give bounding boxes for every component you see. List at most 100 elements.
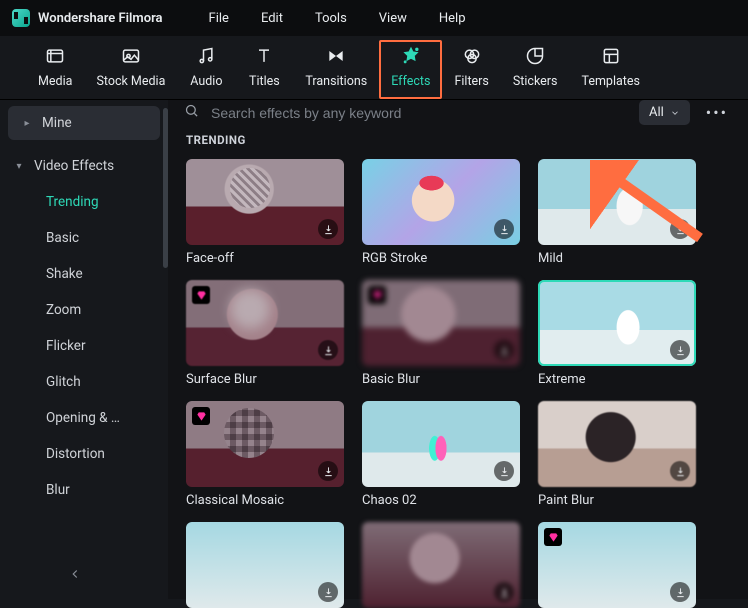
toolbar-label: Stickers: [513, 74, 558, 89]
titles-icon: [254, 46, 274, 70]
section-heading: TRENDING: [168, 125, 748, 159]
effect-thumbnail[interactable]: [186, 280, 344, 366]
toolbar-label: Media: [38, 74, 72, 89]
more-menu-button[interactable]: •••: [702, 103, 732, 122]
toolbar-filters[interactable]: Filters: [442, 40, 500, 99]
download-icon[interactable]: [318, 219, 338, 239]
effect-thumbnail[interactable]: [186, 401, 344, 487]
effect-card[interactable]: Face-off: [186, 159, 344, 266]
effect-card[interactable]: Paint Blur: [538, 401, 696, 508]
effect-card[interactable]: Mild: [538, 159, 696, 266]
sidebar-item-glitch[interactable]: Glitch: [0, 364, 168, 400]
app-logo-icon: [12, 9, 30, 27]
download-icon[interactable]: [318, 582, 338, 602]
download-icon[interactable]: [494, 582, 514, 602]
toolbar-media[interactable]: Media: [26, 40, 84, 99]
effect-thumbnail[interactable]: [538, 401, 696, 487]
menu-help[interactable]: Help: [427, 11, 478, 26]
menu-view[interactable]: View: [367, 11, 419, 26]
download-icon[interactable]: [318, 461, 338, 481]
media-icon: [45, 46, 65, 70]
chevron-down-icon: [670, 108, 680, 118]
premium-badge-icon: [368, 286, 386, 304]
premium-badge-icon: [544, 528, 562, 546]
effect-thumbnail[interactable]: [186, 522, 344, 608]
effect-thumbnail[interactable]: [362, 159, 520, 245]
filters-icon: [462, 46, 482, 70]
effect-thumbnail[interactable]: [538, 280, 696, 366]
toolbar-label: Templates: [581, 74, 639, 89]
effect-label: Mild: [538, 251, 696, 266]
effect-card[interactable]: Basic Blur: [362, 280, 520, 387]
toolbar-effects[interactable]: Effects: [379, 40, 442, 99]
download-icon[interactable]: [494, 219, 514, 239]
download-icon[interactable]: [318, 340, 338, 360]
sidebar-item-trending[interactable]: Trending: [0, 184, 168, 220]
effects-icon: [401, 46, 421, 70]
effect-card[interactable]: RGB Stroke: [362, 159, 520, 266]
toolbar-label: Filters: [454, 74, 488, 89]
effect-card[interactable]: Extreme: [538, 280, 696, 387]
templates-icon: [601, 46, 621, 70]
effect-thumbnail[interactable]: [362, 522, 520, 608]
menu-tools[interactable]: Tools: [303, 11, 359, 26]
sidebar-item-flicker[interactable]: Flicker: [0, 328, 168, 364]
download-icon[interactable]: [670, 461, 690, 481]
effect-thumbnail[interactable]: [538, 159, 696, 245]
toolbar-templates[interactable]: Templates: [569, 40, 651, 99]
toolbar-audio[interactable]: Audio: [177, 40, 235, 99]
toolbar-label: Titles: [249, 74, 280, 89]
effect-card[interactable]: Chaos 02: [362, 401, 520, 508]
sidebar-group-video-effects[interactable]: ▾ Video Effects: [0, 148, 168, 184]
sidebar-group-mine[interactable]: ▸ Mine: [8, 106, 160, 140]
sidebar-group-label: Video Effects: [34, 158, 114, 174]
chevron-down-icon: ▾: [14, 161, 24, 172]
effect-thumbnail[interactable]: [362, 401, 520, 487]
toolbar-label: Audio: [190, 74, 222, 89]
effect-thumbnail[interactable]: [538, 522, 696, 608]
download-icon[interactable]: [670, 340, 690, 360]
collapse-sidebar-icon[interactable]: [68, 567, 82, 585]
toolbar-label: Effects: [391, 74, 430, 89]
sidebar-item-zoom[interactable]: Zoom: [0, 292, 168, 328]
effect-thumbnail[interactable]: [362, 280, 520, 366]
premium-badge-icon: [192, 407, 210, 425]
stock-media-icon: [121, 46, 141, 70]
filter-dropdown[interactable]: All: [639, 100, 690, 125]
effect-card[interactable]: Surface Blur: [186, 280, 344, 387]
menu-edit[interactable]: Edit: [249, 11, 295, 26]
premium-badge-icon: [192, 286, 210, 304]
effect-label: Face-off: [186, 251, 344, 266]
sidebar-item-shake[interactable]: Shake: [0, 256, 168, 292]
app-title: Wondershare Filmora: [38, 11, 163, 26]
sidebar-item-blur[interactable]: Blur: [0, 472, 168, 508]
download-icon[interactable]: [670, 582, 690, 602]
transitions-icon: [326, 46, 346, 70]
sidebar-item-basic[interactable]: Basic: [0, 220, 168, 256]
audio-icon: [196, 46, 216, 70]
effect-card[interactable]: [362, 522, 520, 608]
effect-thumbnail[interactable]: [186, 159, 344, 245]
toolbar-transitions[interactable]: Transitions: [293, 40, 379, 99]
effect-card[interactable]: Classical Mosaic: [186, 401, 344, 508]
toolbar-titles[interactable]: Titles: [235, 40, 293, 99]
effect-label: Extreme: [538, 372, 696, 387]
toolbar-stickers[interactable]: Stickers: [501, 40, 570, 99]
toolbar-label: Transitions: [305, 74, 367, 89]
search-input[interactable]: [211, 105, 627, 121]
toolbar-label: Stock Media: [96, 74, 165, 89]
download-icon[interactable]: [494, 461, 514, 481]
toolbar-stock-media[interactable]: Stock Media: [84, 40, 177, 99]
effect-card[interactable]: [538, 522, 696, 608]
sidebar-item-distortion[interactable]: Distortion: [0, 436, 168, 472]
sidebar: ▸ Mine ▾ Video Effects TrendingBasicShak…: [0, 100, 168, 599]
effects-grid: Face-off RGB Stroke Mild Surface BlurBasic …: [168, 159, 748, 608]
download-icon[interactable]: [670, 219, 690, 239]
menu-file[interactable]: File: [197, 11, 241, 26]
chevron-right-icon: ▸: [22, 118, 32, 129]
download-icon[interactable]: [494, 340, 514, 360]
sidebar-item-opening-[interactable]: Opening & …: [0, 400, 168, 436]
effect-label: Paint Blur: [538, 493, 696, 508]
effect-card[interactable]: [186, 522, 344, 608]
search-icon: [184, 103, 199, 122]
